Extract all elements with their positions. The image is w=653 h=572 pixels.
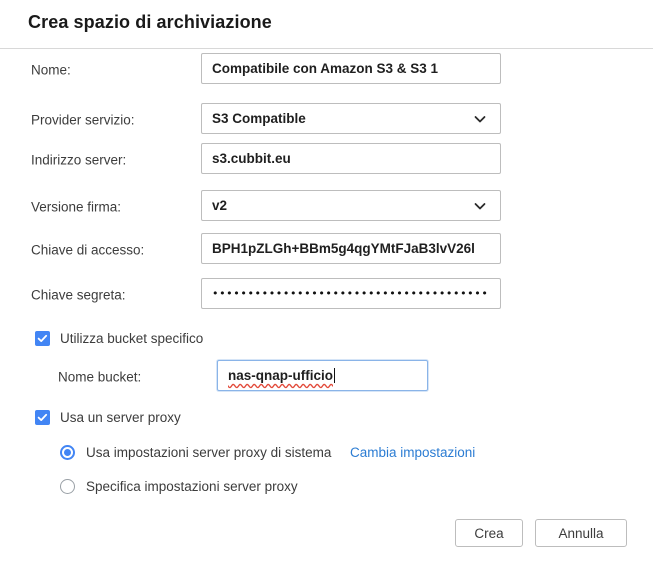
proxy-option-system-row[interactable]: Usa impostazioni server proxy di sistema…: [0, 441, 653, 463]
checkmark-icon: [37, 412, 48, 423]
label-versione-firma: Versione firma:: [31, 199, 122, 215]
text-caret: [334, 368, 335, 383]
radio-specifica-impostazioni[interactable]: [60, 478, 75, 494]
form-row-indirizzo-server: Indirizzo server: s3.cubbit.eu: [0, 143, 653, 177]
radio-dot: [64, 448, 71, 456]
form-row-nome-bucket: Nome bucket: nas-qnap-ufficio: [0, 360, 653, 394]
checkbox-utilizza-bucket[interactable]: [35, 330, 50, 346]
create-button[interactable]: Crea: [455, 519, 523, 547]
title-divider: [0, 48, 653, 49]
checkbox-usa-server-proxy[interactable]: [35, 409, 50, 425]
label-nome: Nome:: [31, 62, 71, 78]
indirizzo-server-value: s3.cubbit.eu: [212, 151, 291, 166]
form-row-chiave-segreta: Chiave segreta: ••••••••••••••••••••••••…: [0, 278, 653, 312]
label-chiave-segreta: Chiave segreta:: [31, 287, 126, 303]
provider-servizio-value: S3 Compatible: [212, 111, 306, 126]
chiave-segreta-value: ••••••••••••••••••••••••••••••••••••••••…: [212, 288, 490, 299]
bucket-checkbox-row[interactable]: Utilizza bucket specifico: [0, 327, 653, 349]
label-provider-servizio: Provider servizio:: [31, 112, 135, 128]
provider-servizio-select[interactable]: S3 Compatible: [201, 103, 501, 134]
checkmark-icon: [37, 333, 48, 344]
bucket-checkbox-label: Utilizza bucket specifico: [60, 330, 204, 346]
cambia-impostazioni-link[interactable]: Cambia impostazioni: [350, 445, 475, 460]
proxy-checkbox-label: Usa un server proxy: [60, 409, 181, 425]
chiave-accesso-value: BPH1pZLGh+BBm5g4qgYMtFJaB3lvV26l: [212, 241, 475, 256]
form-row-nome: Nome: Compatibile con Amazon S3 & S3 1: [0, 53, 653, 87]
label-nome-bucket: Nome bucket:: [58, 369, 142, 385]
proxy-checkbox-row[interactable]: Usa un server proxy: [0, 406, 653, 428]
form-row-chiave-accesso: Chiave di accesso: BPH1pZLGh+BBm5g4qgYMt…: [0, 233, 653, 267]
proxy-option-system-label: Usa impostazioni server proxy di sistema: [86, 444, 332, 460]
chiave-segreta-input[interactable]: ••••••••••••••••••••••••••••••••••••••••…: [201, 278, 501, 309]
nome-bucket-input[interactable]: nas-qnap-ufficio: [217, 360, 428, 391]
cancel-button[interactable]: Annulla: [535, 519, 627, 547]
label-chiave-accesso: Chiave di accesso:: [31, 242, 145, 258]
versione-firma-select[interactable]: v2: [201, 190, 501, 221]
form-row-versione-firma: Versione firma: v2: [0, 190, 653, 224]
proxy-option-custom-label: Specifica impostazioni server proxy: [86, 478, 298, 494]
label-indirizzo-server: Indirizzo server:: [31, 152, 127, 168]
nome-input[interactable]: Compatibile con Amazon S3 & S3 1: [201, 53, 501, 84]
nome-bucket-value: nas-qnap-ufficio: [228, 368, 333, 383]
chevron-down-icon: [472, 111, 488, 127]
versione-firma-value: v2: [212, 198, 228, 213]
nome-input-value: Compatibile con Amazon S3 & S3 1: [212, 61, 439, 76]
dialog-title: Crea spazio di archiviazione: [28, 12, 272, 32]
chiave-accesso-input[interactable]: BPH1pZLGh+BBm5g4qgYMtFJaB3lvV26l: [201, 233, 501, 264]
proxy-option-custom-row[interactable]: Specifica impostazioni server proxy: [0, 475, 653, 497]
radio-usa-impostazioni-sistema[interactable]: [60, 444, 75, 460]
form-row-provider-servizio: Provider servizio: S3 Compatible: [0, 103, 653, 137]
chevron-down-icon: [472, 198, 488, 214]
indirizzo-server-input[interactable]: s3.cubbit.eu: [201, 143, 501, 174]
